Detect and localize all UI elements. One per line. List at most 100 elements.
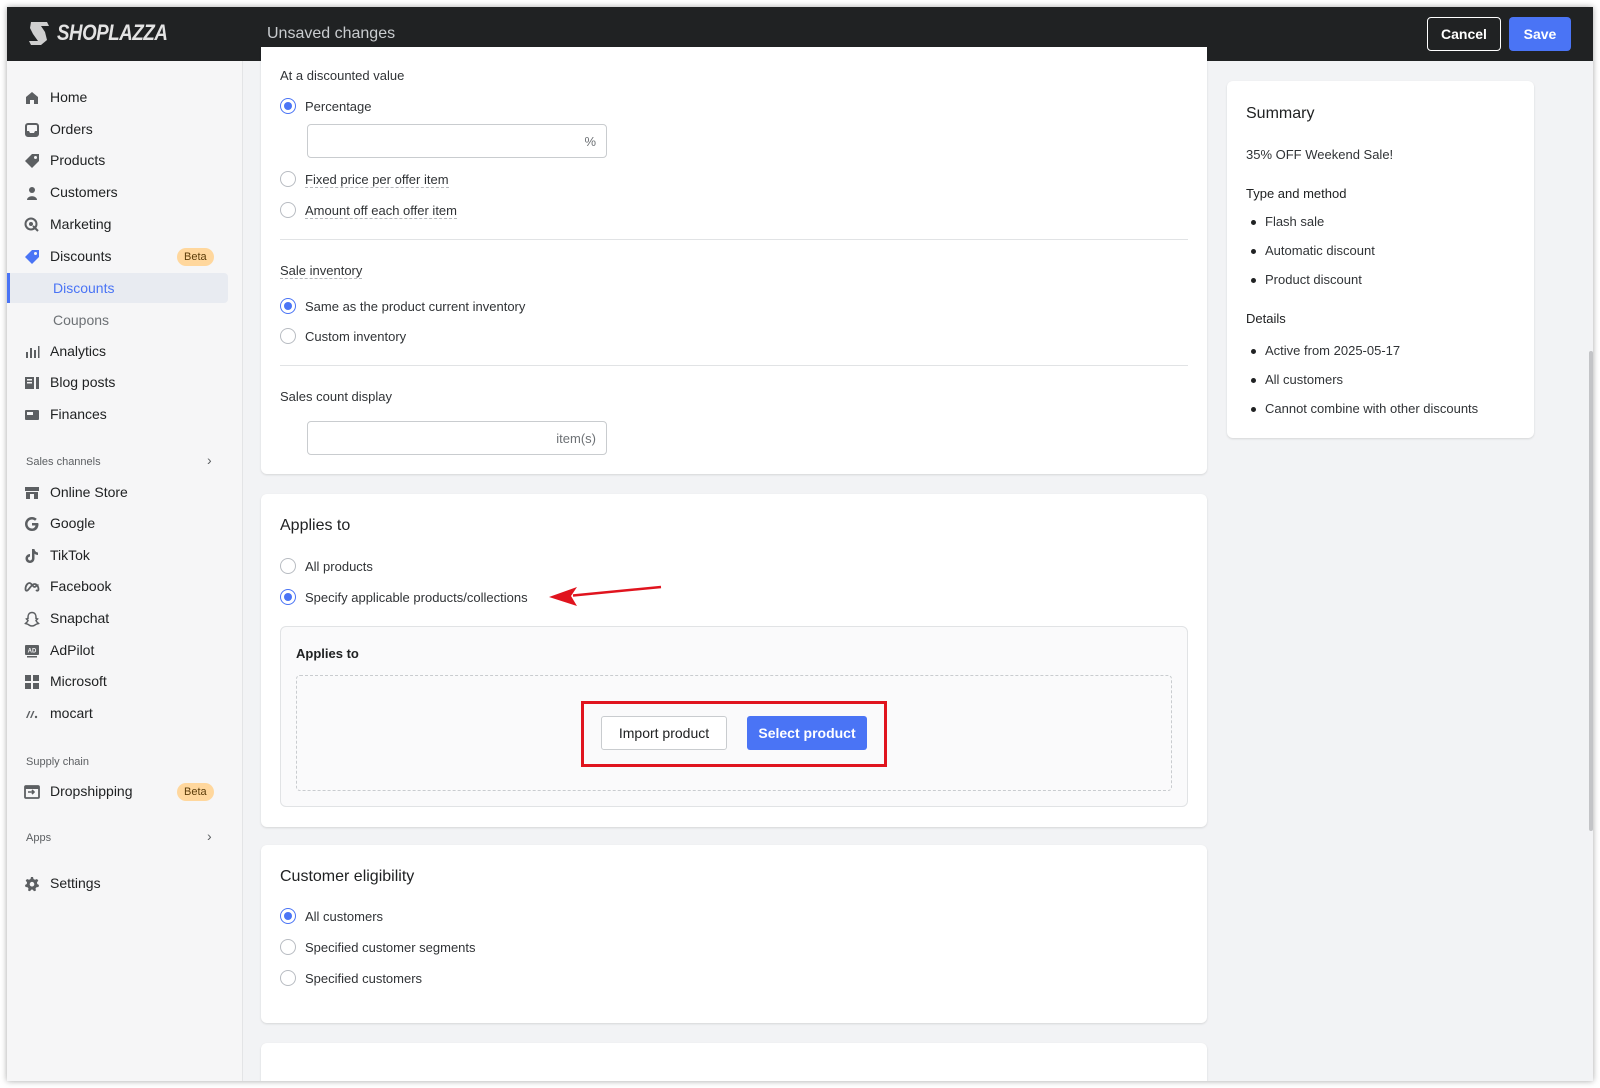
sidebar-item-mocart[interactable]: mocart — [7, 699, 227, 729]
summary-type-item: Flash sale — [1265, 214, 1325, 229]
sidebar-item-label: Facebook — [50, 578, 112, 594]
sidebar-subitem-discounts[interactable]: Discounts — [7, 273, 228, 303]
ghost-icon — [24, 611, 40, 627]
tiktok-icon — [25, 549, 38, 563]
bullet — [1251, 249, 1256, 254]
sidebar-item-label: AdPilot — [50, 642, 95, 658]
chevron-right-icon[interactable]: › — [207, 828, 212, 844]
sales-count-input[interactable]: item(s) — [307, 421, 607, 455]
specified-customers-radio[interactable] — [280, 970, 296, 986]
app-window: SHOPLAZZA Unsaved changes Cancel Save Ho… — [7, 7, 1593, 1081]
sidebar-item-label: Customers — [50, 184, 118, 200]
bullet — [1251, 407, 1256, 412]
sidebar-item-label: Google — [50, 515, 96, 531]
scrollbar[interactable] — [1589, 351, 1593, 831]
customer-segments-radio[interactable] — [280, 939, 296, 955]
svg-text:AD: AD — [28, 649, 37, 655]
sidebar-subitem-label: Coupons — [53, 312, 110, 328]
summary-type-item: Automatic discount — [1265, 243, 1375, 258]
next-card — [261, 1043, 1207, 1081]
sidebar-item-facebook[interactable]: Facebook — [7, 572, 227, 602]
divider — [280, 239, 1188, 240]
sidebar-item-adpilot[interactable]: AD AdPilot — [7, 636, 227, 666]
bullet — [1251, 378, 1256, 383]
fixed-price-radio[interactable] — [280, 171, 296, 187]
sidebar-item-orders[interactable]: Orders — [7, 115, 227, 145]
mocart-icon — [26, 711, 38, 719]
sidebar-item-blog-posts[interactable]: Blog posts — [7, 368, 227, 398]
sidebar-item-products[interactable]: Products — [7, 146, 227, 176]
home-icon — [26, 92, 38, 104]
product-dropzone: Import product Select product — [296, 675, 1172, 791]
amount-off-label: Amount off each offer item — [305, 203, 457, 219]
sidebar-item-label: Home — [50, 89, 88, 105]
divider — [280, 365, 1188, 366]
applies-to-subtitle: Applies to — [296, 646, 359, 661]
specify-products-radio[interactable] — [280, 589, 296, 605]
sidebar-item-label: Orders — [50, 121, 93, 137]
summary-type-item: Product discount — [1265, 272, 1362, 287]
all-products-label: All products — [305, 559, 373, 574]
all-products-radio[interactable] — [280, 558, 296, 574]
bullet — [1251, 278, 1256, 283]
details-heading: Details — [1246, 311, 1286, 326]
same-inventory-label: Same as the product current inventory — [305, 299, 526, 314]
gear-icon — [25, 877, 39, 892]
supply-chain-heading: Supply chain — [26, 756, 89, 768]
amount-off-radio[interactable] — [280, 202, 296, 218]
sidebar-item-dropshipping[interactable]: Dropshipping Beta — [7, 777, 227, 807]
all-customers-radio[interactable] — [280, 908, 296, 924]
sidebar-item-label: Marketing — [50, 216, 112, 232]
summary-detail-item: Active from 2025-05-17 — [1265, 343, 1401, 358]
sidebar-item-finances[interactable]: Finances — [7, 400, 227, 430]
sidebar-item-label: Snapchat — [50, 610, 110, 626]
sidebar-subitem-coupons[interactable]: Coupons — [9, 305, 227, 335]
sidebar-item-analytics[interactable]: Analytics — [7, 337, 227, 367]
sidebar-item-google[interactable]: Google — [7, 509, 227, 539]
custom-inventory-label: Custom inventory — [305, 329, 407, 344]
sidebar-item-snapchat[interactable]: Snapchat — [7, 604, 227, 634]
apps-heading: Apps — [26, 832, 52, 844]
custom-inventory-radio[interactable] — [280, 328, 296, 344]
red-highlight-box — [581, 701, 887, 767]
all-customers-label: All customers — [305, 909, 384, 924]
sidebar-item-home[interactable]: Home — [7, 83, 227, 113]
sidebar-item-label: Discounts — [50, 248, 112, 264]
sidebar-item-marketing[interactable]: Marketing — [7, 210, 227, 240]
red-arrow-annotation — [549, 585, 662, 606]
percentage-radio[interactable] — [280, 98, 296, 114]
summary-detail-item: Cannot combine with other discounts — [1265, 401, 1479, 416]
applies-to-subcard: Applies to Import product Select product — [280, 626, 1188, 807]
sidebar-item-discounts[interactable]: Discounts Beta — [7, 242, 227, 272]
sidebar-item-settings[interactable]: Settings — [7, 869, 227, 899]
save-button[interactable]: Save — [1509, 17, 1571, 51]
sidebar-item-tiktok[interactable]: TikTok — [7, 541, 227, 571]
sales-count-label: Sales count display — [280, 389, 393, 404]
sidebar-item-online-store[interactable]: Online Store — [7, 478, 227, 508]
sidebar-item-label: Settings — [50, 875, 101, 891]
unsaved-changes-status: Unsaved changes — [267, 25, 396, 42]
discounted-value-label: At a discounted value — [280, 68, 405, 83]
fixed-price-label: Fixed price per offer item — [305, 172, 449, 188]
ad-icon: AD — [25, 645, 39, 658]
same-inventory-radio[interactable] — [280, 298, 296, 314]
customer-eligibility-title: Customer eligibility — [280, 868, 415, 885]
cancel-button[interactable]: Cancel — [1427, 17, 1501, 51]
sidebar: Home Orders Products Customers Marketing… — [7, 61, 243, 1081]
shoplazza-logo-icon — [29, 22, 49, 45]
sidebar-item-label: Blog posts — [50, 374, 116, 390]
shoplazza-logo[interactable]: SHOPLAZZA — [27, 20, 187, 46]
finance-icon — [25, 410, 39, 420]
sidebar-item-label: Analytics — [50, 343, 107, 359]
sidebar-item-microsoft[interactable]: Microsoft — [7, 667, 227, 697]
customer-eligibility-card: Customer eligibility All customers Speci… — [261, 845, 1207, 1023]
items-suffix: item(s) — [556, 431, 596, 446]
sales-channels-heading: Sales channels — [26, 456, 101, 468]
sidebar-item-customers[interactable]: Customers — [7, 178, 227, 208]
chevron-right-icon[interactable]: › — [207, 452, 212, 468]
grid-icon — [25, 675, 39, 689]
percentage-input[interactable]: % — [307, 124, 607, 158]
applies-to-title: Applies to — [280, 517, 351, 534]
sidebar-item-label: TikTok — [50, 547, 90, 563]
google-icon — [25, 517, 39, 531]
